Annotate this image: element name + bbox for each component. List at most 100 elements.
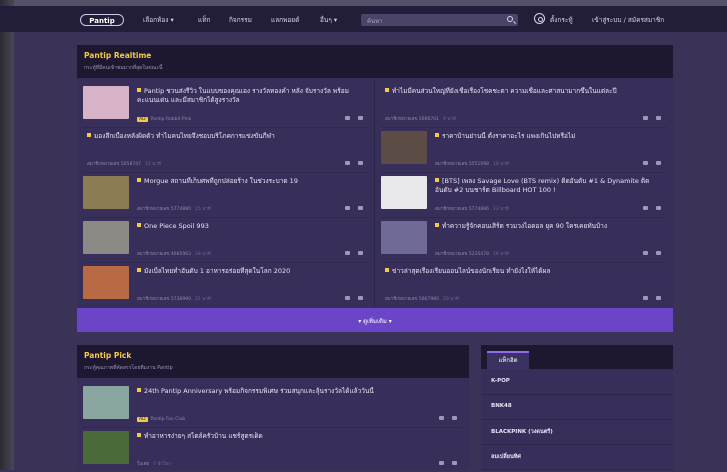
topic-title-text: [BTS] เพลง Savage Love (BTS remix) ติดอั… <box>435 177 650 194</box>
nav-more[interactable]: อื่นๆ ▾ <box>320 15 337 25</box>
topic-author[interactable]: สมาชิกหมายเลข 5667980 <box>385 297 439 302</box>
topic-bullet-icon <box>385 268 389 272</box>
topic-thumbnail[interactable] <box>83 266 129 299</box>
topic-author[interactable]: สมาชิกหมายเลข 5774880 <box>137 207 191 212</box>
topic-time: 20 นาที <box>442 297 459 302</box>
topic-counts <box>339 296 365 302</box>
topic-title[interactable]: ราคาบ้านย่านนี้ ตั้งราคาอะไร แพงเกินไปหร… <box>435 132 661 141</box>
comment-icon <box>439 461 444 465</box>
topic-meta: สมาชิกหมายเลข 5736990 21 นาที <box>137 295 211 302</box>
topic-item[interactable]: [BTS] เพลง Savage Love (BTS remix) ติดอั… <box>381 173 667 217</box>
topic-meta: สมาชิกหมายเลข 5774886 13 นาที <box>435 205 509 212</box>
topic-thumbnail[interactable] <box>83 431 129 464</box>
topic-title[interactable]: 24th Pantip Anniversary พร้อมกิจกรรมพิเศ… <box>137 387 457 396</box>
topic-item[interactable]: ทำอาหารง่ายๆ สไตล์ครัวบ้าน แชร์สูตรเด็ดใ… <box>83 428 463 472</box>
topic-author[interactable]: สมาชิกหมายเลข 4685963 <box>137 252 191 257</box>
realtime-title: Pantip Realtime <box>84 51 152 60</box>
topic-title[interactable]: Pantip ชวนส่งรีวิว ในแบบของคุณเอง รางวัล… <box>137 87 363 105</box>
hot-tags-panel: แท็กฮิต K-POP BNK48 BLACKPINK (วงดนตรี) ลมเ… <box>481 345 673 470</box>
topic-item[interactable]: Morgue สถานที่เก็บศพที่ถูกปล่อยร้าง ในช่… <box>83 173 369 217</box>
comment-icon <box>345 251 350 255</box>
topic-item[interactable]: One Piece Spoil 993 สมาชิกหมายเลข 4685963… <box>83 218 369 262</box>
topic-time: 16 นาที <box>492 252 509 257</box>
post-topic-icon[interactable] <box>534 13 545 24</box>
topic-author[interactable]: สมาชิกหมายเลข 2666701 <box>385 117 439 122</box>
topic-item[interactable]: มังเบิ้ลไทยทำอันดับ 1 อาหารอร่อยที่สุดใน… <box>83 263 369 307</box>
comment-icon <box>643 296 648 300</box>
tab-hot-tags[interactable]: แท็กฮิต <box>487 351 529 369</box>
show-more-button[interactable]: ▾ ดูเพิ่มเติม ▾ <box>77 308 673 332</box>
pantip-logo[interactable]: Pantip <box>80 14 124 26</box>
row-divider <box>381 127 667 128</box>
vote-icon <box>358 206 363 210</box>
realtime-subtitle: กระทู้ที่มีคนเข้าชมมากที่สุดในขณะนี้ <box>84 65 163 71</box>
topic-thumbnail[interactable] <box>381 131 427 164</box>
topic-time: 7 ชั่วโมง <box>153 462 171 467</box>
topic-author[interactable]: สมาชิกหมายเลข 5551098 <box>435 162 489 167</box>
topic-meta: สมาชิกหมายเลข 5658747 12 นาที <box>87 160 161 167</box>
ad-badge: AD <box>137 417 148 422</box>
topic-counts <box>339 116 365 122</box>
topic-author[interactable]: Pantip Fan Club <box>151 417 186 422</box>
login-register-link[interactable]: เข้าสู่ระบบ / สมัครสมาชิก <box>592 15 664 25</box>
search-input[interactable]: ค้นหา <box>361 14 518 26</box>
nav-points[interactable]: แลกพอยต์ <box>271 15 299 25</box>
topic-counts <box>637 161 663 167</box>
screen-bezel-left <box>0 0 14 470</box>
row-divider <box>381 262 667 263</box>
topic-author[interactable]: สมาชิกหมายเลข 5736990 <box>137 297 191 302</box>
vote-icon <box>656 251 661 255</box>
topic-author[interactable]: Pantip Rabbit Pink <box>151 117 192 122</box>
topic-thumbnail[interactable] <box>83 86 129 119</box>
topic-item[interactable]: ราคาบ้านย่านนี้ ตั้งราคาอะไร แพงเกินไปหร… <box>381 128 667 172</box>
topic-author[interactable]: สมาชิกหมายเลข 5658747 <box>87 162 141 167</box>
vote-icon <box>452 461 457 465</box>
vote-icon <box>656 206 661 210</box>
topic-author[interactable]: สมาชิกหมายเลข 5774886 <box>435 207 489 212</box>
topic-title-text: Pantip ชวนส่งรีวิว ในแบบของคุณเอง รางวัล… <box>137 87 349 104</box>
topic-title[interactable]: Morgue สถานที่เก็บศพที่ถูกปล่อยร้าง ในช่… <box>137 177 363 186</box>
comment-icon <box>643 251 648 255</box>
topic-title[interactable]: มังเบิ้ลไทยทำอันดับ 1 อาหารอร่อยที่สุดใน… <box>137 267 363 276</box>
topic-author[interactable]: สมาชิกหมายเลข 5235478 <box>435 252 489 257</box>
hot-tag-item[interactable]: K-POP <box>481 369 673 395</box>
topic-title[interactable]: [BTS] เพลง Savage Love (BTS remix) ติดอั… <box>435 177 661 195</box>
nav-activities[interactable]: กิจกรรม <box>229 15 252 25</box>
topic-thumbnail[interactable] <box>83 176 129 209</box>
topic-item[interactable]: มองลึกเบื้องหลังผิดตัว ทำไมคนไทยจึงชอบบร… <box>83 128 369 172</box>
topic-title[interactable]: ทำความรู้จักคอนเสิร์ต รวมวงไอดอล ยุค 90 … <box>435 222 661 231</box>
topic-title[interactable]: ข่าวล่าสุดเรื่องเรียนออนไลน์ของนักเรียน … <box>385 267 661 276</box>
pick-panel: Pantip Pick กระทู้คุณภาพที่คัดสรรโดยทีมง… <box>77 345 469 470</box>
post-topic-link[interactable]: ตั้งกระทู้ <box>550 15 573 25</box>
comment-icon <box>439 416 444 420</box>
topic-item[interactable]: ทำความรู้จักคอนเสิร์ต รวมวงไอดอล ยุค 90 … <box>381 218 667 262</box>
topic-title[interactable]: มองลึกเบื้องหลังผิดตัว ทำไมคนไทยจึงชอบบร… <box>87 132 363 141</box>
topic-item[interactable]: ทำไมมีคนส่วนใหญ่ที่ยังเชื่อเรื่องโชคชะตา… <box>381 83 667 127</box>
topic-thumbnail[interactable] <box>83 221 129 254</box>
nav-tags[interactable]: แท็ก <box>198 15 210 25</box>
topic-thumbnail[interactable] <box>381 221 427 254</box>
comment-icon <box>345 206 350 210</box>
tags-tab-bar: แท็กฮิต <box>481 345 673 369</box>
hot-tag-item[interactable]: BLACKPINK (วงดนตรี) <box>481 419 673 445</box>
topic-item[interactable]: Pantip ชวนส่งรีวิว ในแบบของคุณเอง รางวัล… <box>83 83 369 127</box>
topic-title[interactable]: ทำไมมีคนส่วนใหญ่ที่ยังเชื่อเรื่องโชคชะตา… <box>385 87 661 96</box>
topic-item[interactable]: ข่าวล่าสุดเรื่องเรียนออนไลน์ของนักเรียน … <box>381 263 667 307</box>
row-divider <box>381 172 667 173</box>
topic-title[interactable]: One Piece Spoil 993 <box>137 222 363 231</box>
topic-meta: สมาชิกหมายเลข 5774880 15 นาที <box>137 205 211 212</box>
topic-meta: AD Pantip Rabbit Pink <box>137 117 191 122</box>
comment-icon <box>643 116 648 120</box>
hot-tag-item[interactable]: BNK48 <box>481 394 673 420</box>
hot-tag-item[interactable]: ลมเปลี่ยนทิศ <box>481 444 673 470</box>
topic-title-text: ข่าวล่าสุดเรื่องเรียนออนไลน์ของนักเรียน … <box>392 267 551 275</box>
vote-icon <box>358 116 363 120</box>
topic-thumbnail[interactable] <box>381 176 427 209</box>
topic-bullet-icon <box>137 433 141 437</box>
nav-rooms[interactable]: เลือกห้อง ▾ <box>143 15 174 25</box>
search-icon[interactable] <box>507 16 513 22</box>
topic-item[interactable]: 24th Pantip Anniversary พร้อมกิจกรรมพิเศ… <box>83 383 463 427</box>
topic-author[interactable]: ใบเตย <box>137 462 149 467</box>
topic-thumbnail[interactable] <box>83 386 129 419</box>
topic-title[interactable]: ทำอาหารง่ายๆ สไตล์ครัวบ้าน แชร์สูตรเด็ด <box>137 432 457 441</box>
